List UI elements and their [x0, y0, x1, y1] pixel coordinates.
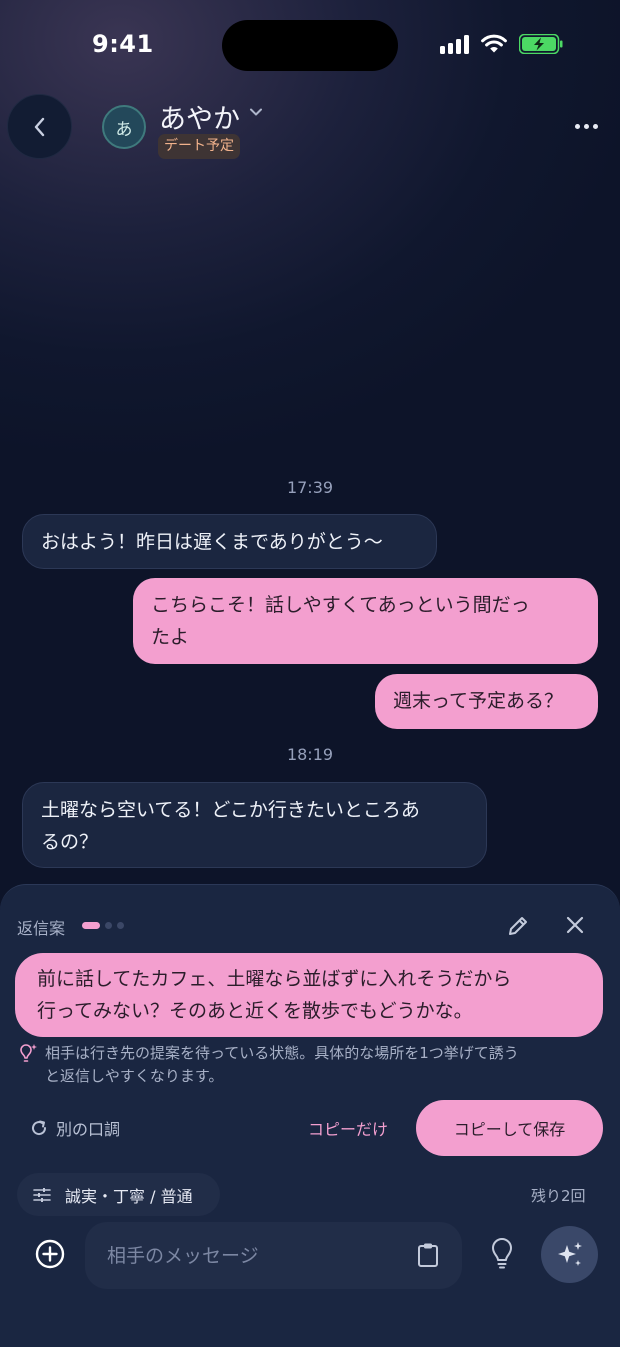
status-time: 9:41: [92, 30, 154, 58]
message-timestamp: 17:39: [286, 478, 334, 497]
more-icon: [574, 123, 580, 129]
message-text-line: たよ: [151, 626, 190, 648]
ai-generate-button[interactable]: [541, 1226, 598, 1283]
lightbulb-icon[interactable]: [489, 1238, 515, 1270]
signal-icon: [440, 34, 469, 54]
remaining-count: 残り2回: [531, 1187, 586, 1205]
battery-icon: [519, 34, 563, 54]
clipboard-icon[interactable]: [416, 1242, 440, 1268]
status-badge: デート予定: [158, 134, 240, 159]
copy-and-save-button[interactable]: コピーして保存: [416, 1100, 603, 1156]
incoming-message[interactable]: 土曜なら空いてる！どこか行きたいところあ るの？: [22, 782, 487, 868]
more-button[interactable]: [570, 116, 602, 136]
message-text-line: 土曜なら空いてる！どこか行きたいところあ: [41, 799, 420, 821]
alt-tone-label: 別の口調: [56, 1120, 121, 1139]
status-bar: 9:41: [0, 0, 620, 90]
alt-tone-button[interactable]: 別の口調: [30, 1115, 120, 1141]
reply-suggestion-panel: 返信案 前に話してたカフェ、土曜なら並ばずに入れそうだから 行ってみない？そのあ…: [0, 884, 620, 1347]
back-chevron-icon: [34, 117, 44, 136]
avatar[interactable]: あ: [102, 105, 146, 149]
hint-text: 相手は行き先の提案を待っている状態。具体的な場所を1つ挙げて誘う と返信しやすく…: [45, 1042, 605, 1088]
outgoing-message[interactable]: 週末って予定ある？: [375, 674, 598, 729]
contact-name[interactable]: あやか: [159, 97, 240, 136]
message-text: おはよう！昨日は遅くまでありがとう〜: [41, 531, 383, 553]
lightbulb-sparkle-icon: [20, 1044, 37, 1062]
sparkles-icon: [557, 1241, 582, 1266]
page-dot-active[interactable]: [82, 922, 100, 929]
wifi-icon: [481, 34, 507, 53]
panel-label: 返信案: [17, 919, 66, 938]
tone-selector[interactable]: 誠実・丁寧 / 普通: [17, 1173, 220, 1216]
message-input[interactable]: [107, 1222, 407, 1289]
message-timestamp: 18:19: [286, 745, 334, 764]
plus-circle-icon[interactable]: [34, 1238, 66, 1270]
copy-only-button[interactable]: コピーだけ: [308, 1116, 388, 1140]
message-text: 週末って予定ある？: [393, 690, 564, 712]
page-dot[interactable]: [105, 922, 112, 929]
page-indicator[interactable]: [82, 922, 124, 929]
sliders-icon: [33, 1187, 51, 1202]
suggestion-text-line: 前に話してたカフェ、土曜なら並ばずに入れそうだから: [37, 968, 512, 990]
suggested-reply[interactable]: 前に話してたカフェ、土曜なら並ばずに入れそうだから 行ってみない？そのあと近くを…: [15, 953, 603, 1037]
incoming-message[interactable]: おはよう！昨日は遅くまでありがとう〜: [22, 514, 437, 569]
suggestion-text-line: 行ってみない？そのあと近くを散歩でもどうかな。: [37, 1000, 473, 1022]
close-icon[interactable]: [563, 913, 587, 937]
refresh-icon: [32, 1120, 47, 1136]
outgoing-message[interactable]: こちらこそ！話しやすくてあっという間だっ たよ: [133, 578, 598, 664]
page-dot[interactable]: [117, 922, 124, 929]
message-text-line: るの？: [41, 831, 99, 853]
chevron-down-icon[interactable]: [248, 104, 264, 120]
pencil-icon[interactable]: [505, 913, 531, 939]
dynamic-island: [222, 20, 398, 71]
message-input-field[interactable]: [85, 1222, 462, 1289]
hint-text-line: 相手は行き先の提案を待っている状態。具体的な場所を1つ挙げて誘う: [45, 1044, 519, 1062]
tone-label: 誠実・丁寧 / 普通: [65, 1186, 193, 1206]
back-button[interactable]: [7, 94, 72, 159]
hint-text-line: と返信しやすくなります。: [45, 1067, 224, 1085]
message-text-line: こちらこそ！話しやすくてあっという間だっ: [151, 594, 530, 616]
